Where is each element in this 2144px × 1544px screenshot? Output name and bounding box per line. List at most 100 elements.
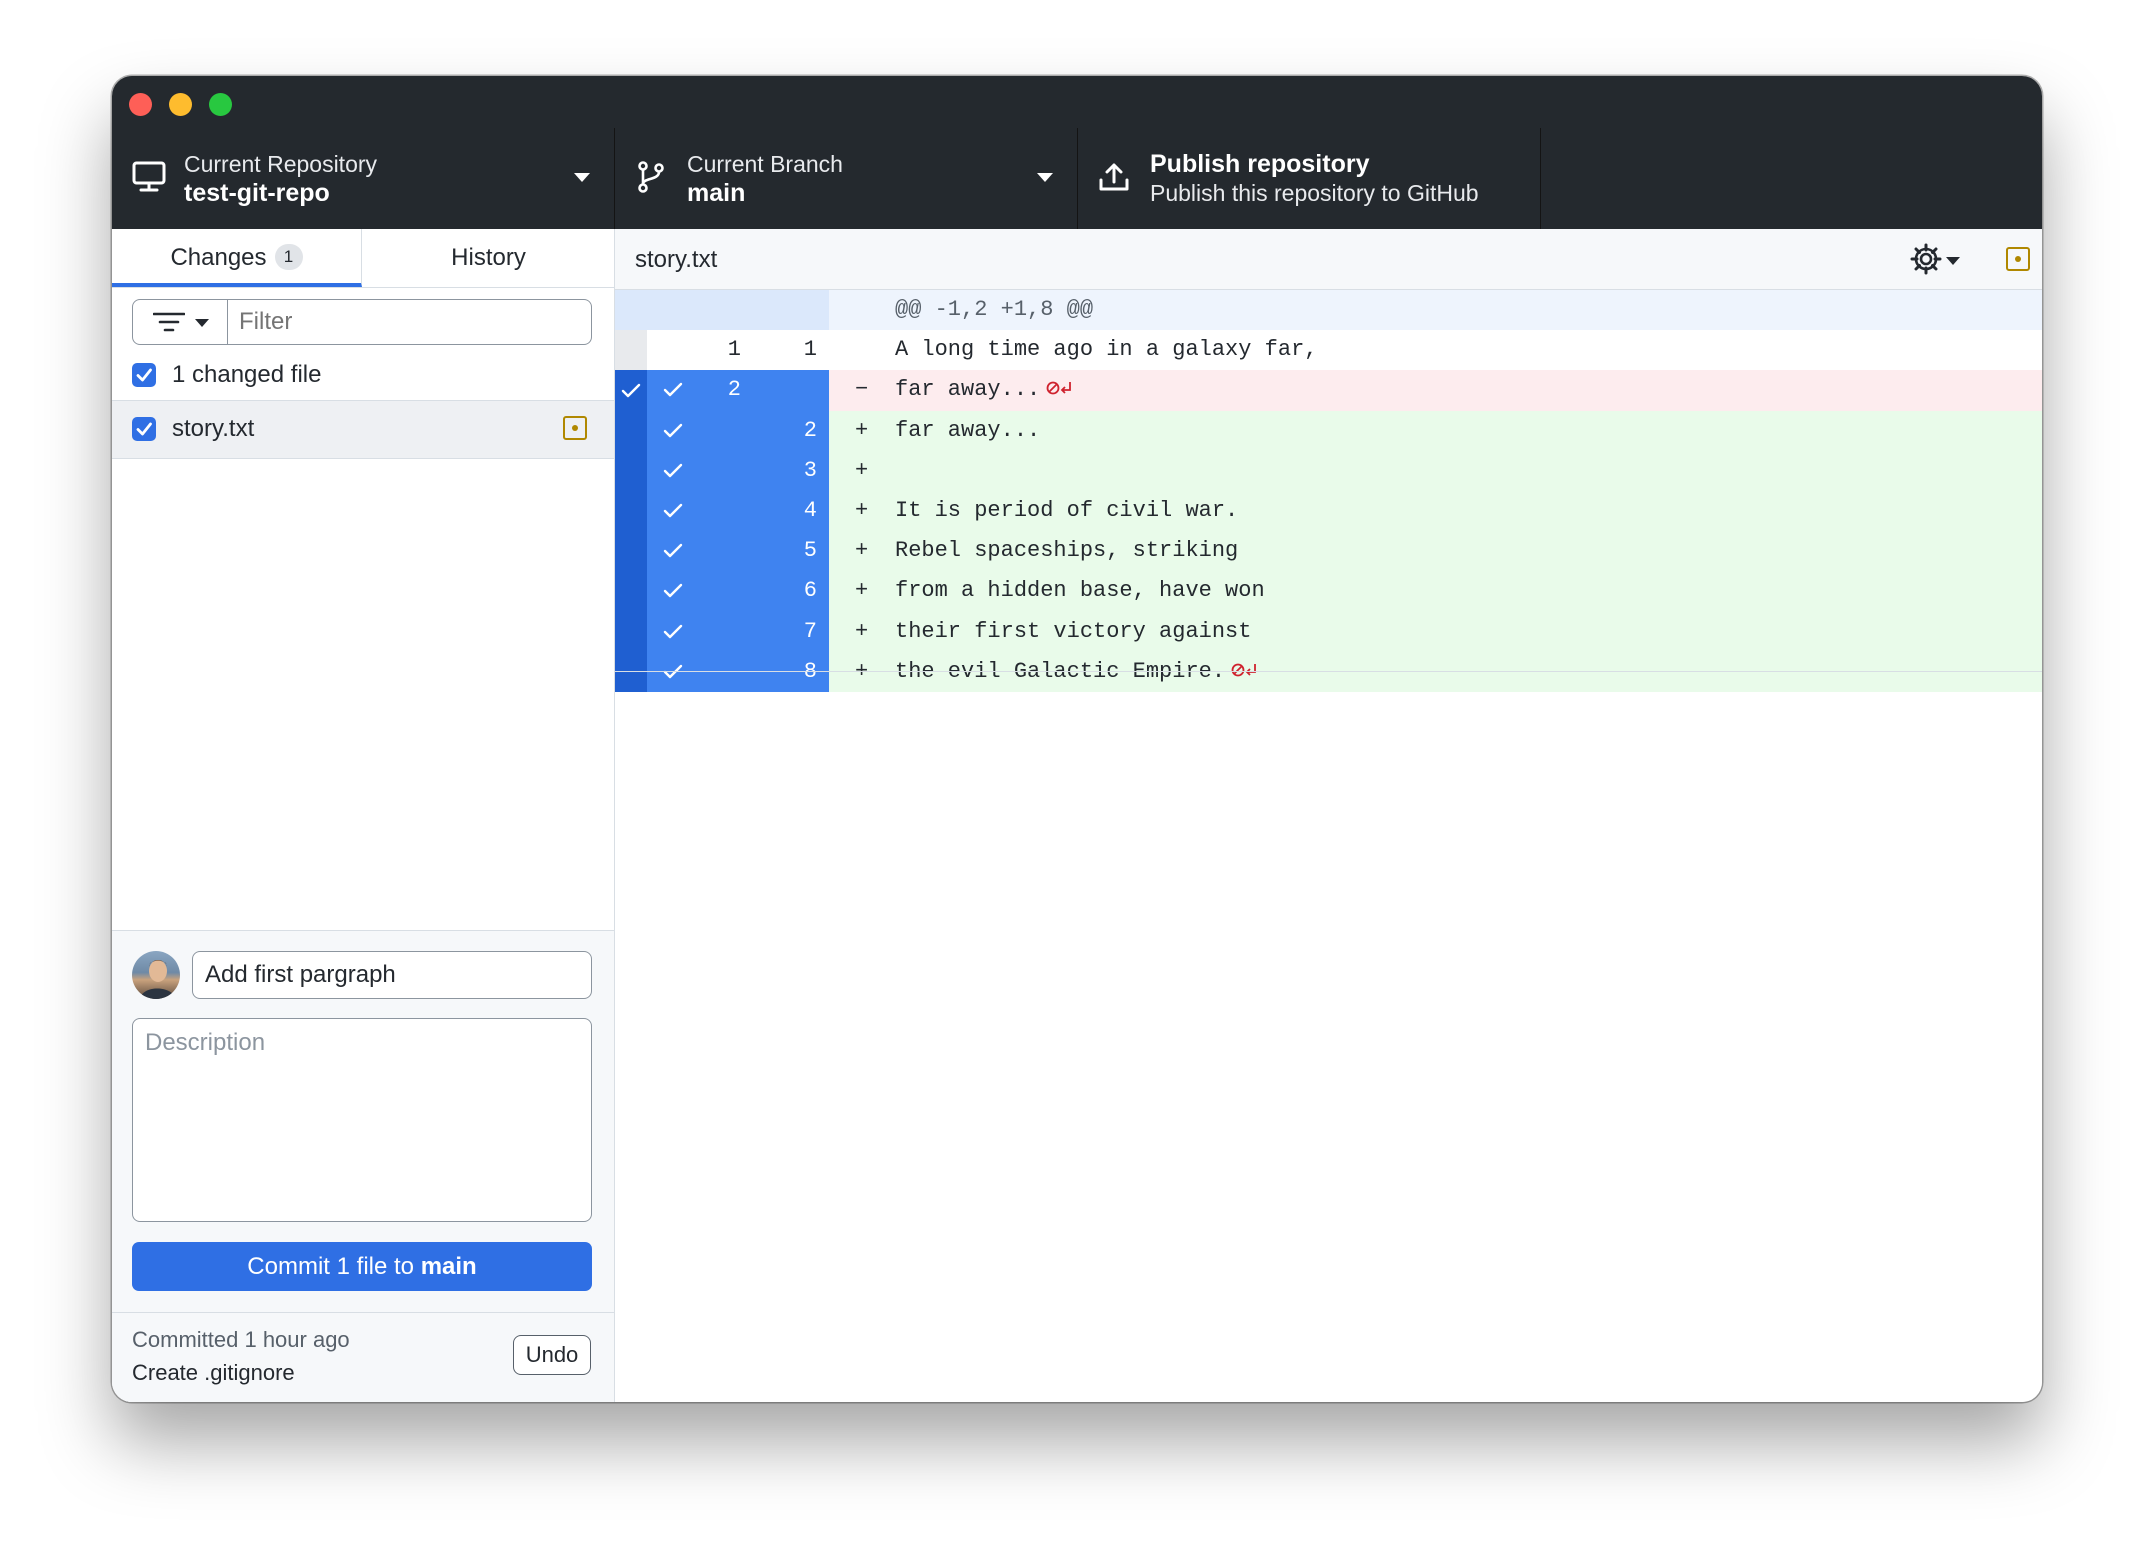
changes-count-badge: 1 — [274, 244, 303, 270]
hunk-header[interactable]: @@ -1,2 +1,8 @@ — [615, 290, 2042, 331]
diff-marker: + — [855, 497, 869, 523]
check-icon — [621, 384, 641, 398]
filter-icon — [153, 312, 185, 332]
diff-line-deleted[interactable]: 2 − far away... — [615, 370, 2042, 412]
repository-name: test-git-repo — [184, 179, 330, 207]
old-line-number — [647, 450, 757, 491]
check-icon — [663, 383, 683, 397]
commit-button-label: Commit 1 file to — [247, 1253, 421, 1280]
no-newline-icon — [1046, 372, 1072, 412]
caret-down-icon — [1037, 173, 1053, 182]
file-name: story.txt — [172, 415, 255, 442]
commit-description-input[interactable]: Description — [132, 1018, 592, 1222]
diff-filename: story.txt — [635, 246, 718, 273]
check-icon — [663, 624, 683, 638]
list-item[interactable]: story.txt — [112, 401, 614, 459]
file-checkbox[interactable] — [132, 417, 156, 441]
diff-line-content: far away... — [895, 377, 1041, 403]
line-select-gutter[interactable] — [615, 611, 647, 652]
diff-line-text: Rebel spaceships, striking — [895, 538, 1239, 564]
line-select-gutter[interactable] — [615, 531, 647, 572]
last-commit-panel: Committed 1 hour ago Create .gitignore U… — [112, 1312, 614, 1402]
upload-icon — [1098, 161, 1130, 198]
commit-button-branch: main — [420, 1253, 477, 1280]
minimize-window-button[interactable] — [169, 93, 192, 116]
current-branch-dropdown[interactable]: Current Branch main — [615, 128, 1078, 229]
select-all-checkbox[interactable] — [132, 363, 156, 387]
old-line-number — [647, 611, 757, 652]
check-icon — [663, 463, 683, 477]
hunk-header-text: @@ -1,2 +1,8 @@ — [895, 297, 1094, 322]
diff-line-text: far away... — [895, 370, 1072, 412]
branch-name: main — [687, 179, 746, 207]
diff-line-added[interactable]: 6 + from a hidden base, have won — [615, 571, 2042, 612]
repository-label: Current Repository — [184, 151, 378, 177]
old-line-number — [647, 410, 757, 451]
tab-history[interactable]: History — [363, 229, 614, 287]
toolbar: Current Repository test-git-repo Current… — [112, 128, 2042, 229]
caret-down-icon — [195, 319, 209, 327]
diff-line-added[interactable]: 2 + far away... — [615, 410, 2042, 451]
diff-line-text: their first victory against — [895, 618, 1252, 644]
diff-line-added[interactable]: 5 + Rebel spaceships, striking — [615, 531, 2042, 572]
diff-panel: story.txt @@ -1,2 +1,8 @@ 1 1 A long tim… — [615, 229, 2042, 1402]
title-bar — [112, 76, 2042, 128]
file-modified-icon — [563, 416, 587, 440]
changed-files-count: 1 changed file — [172, 361, 322, 388]
diff-marker: + — [855, 457, 869, 483]
line-select-gutter[interactable] — [615, 450, 647, 491]
diff-line-text: from a hidden base, have won — [895, 578, 1265, 604]
tab-history-label: History — [451, 244, 526, 271]
old-line-number — [647, 531, 757, 572]
commit-button[interactable]: Commit 1 file to main — [132, 1242, 592, 1291]
check-icon — [136, 422, 152, 436]
diff-marker: + — [855, 578, 869, 604]
no-newline-icon — [1231, 654, 1257, 694]
new-line-number: 2 — [757, 410, 829, 451]
new-line-number: 4 — [757, 490, 829, 532]
old-line-number — [647, 490, 757, 532]
line-select-gutter[interactable] — [615, 571, 647, 612]
diff-line-added[interactable]: 3 + — [615, 450, 2042, 491]
line-select-gutter — [615, 330, 647, 371]
branch-label: Current Branch — [687, 151, 843, 177]
new-line-number: 3 — [757, 450, 829, 491]
line-select-gutter[interactable] — [615, 370, 647, 411]
diff-divider — [615, 671, 2042, 672]
check-icon — [136, 368, 152, 382]
new-line-number: 5 — [757, 531, 829, 572]
gear-icon[interactable] — [1910, 243, 1942, 280]
publish-repository-button[interactable]: Publish repository Publish this reposito… — [1078, 128, 1541, 229]
last-commit-time: Committed 1 hour ago — [132, 1327, 350, 1352]
old-line-number: 1 — [727, 337, 741, 363]
check-icon — [663, 503, 683, 518]
zoom-window-button[interactable] — [209, 93, 232, 116]
filter-row — [112, 288, 614, 350]
old-line-number-value: 2 — [727, 377, 741, 403]
line-number-gutter — [757, 290, 829, 331]
undo-button[interactable]: Undo — [513, 1335, 591, 1375]
diff-marker: − — [855, 377, 869, 403]
diff-line-added[interactable]: 7 + their first victory against — [615, 611, 2042, 652]
check-icon — [663, 423, 683, 437]
tab-changes[interactable]: Changes 1 — [112, 229, 362, 287]
app-window: Current Repository test-git-repo Current… — [112, 76, 2042, 1402]
line-number-gutter — [647, 290, 757, 331]
diff-view: @@ -1,2 +1,8 @@ 1 1 A long time ago in a… — [615, 290, 2042, 692]
filter-options-button[interactable] — [132, 299, 228, 345]
diff-line-text: far away... — [895, 417, 1041, 443]
diff-line-text: the evil Galactic Empire. — [895, 652, 1257, 694]
caret-down-icon[interactable] — [1946, 257, 1960, 265]
filter-input[interactable] — [228, 299, 592, 345]
diff-line-added[interactable]: 4 + It is period of civil war. — [615, 490, 2042, 532]
last-commit-message: Create .gitignore — [132, 1360, 295, 1385]
line-select-gutter[interactable] — [615, 410, 647, 451]
old-line-number: 2 — [647, 370, 757, 411]
current-repository-dropdown[interactable]: Current Repository test-git-repo — [112, 128, 615, 229]
commit-area: Add first pargraph Description Commit 1 … — [112, 930, 614, 1312]
line-select-gutter[interactable] — [615, 490, 647, 532]
avatar — [132, 951, 180, 999]
close-window-button[interactable] — [129, 93, 152, 116]
commit-summary-input[interactable]: Add first pargraph — [192, 951, 592, 999]
check-icon — [663, 543, 683, 558]
